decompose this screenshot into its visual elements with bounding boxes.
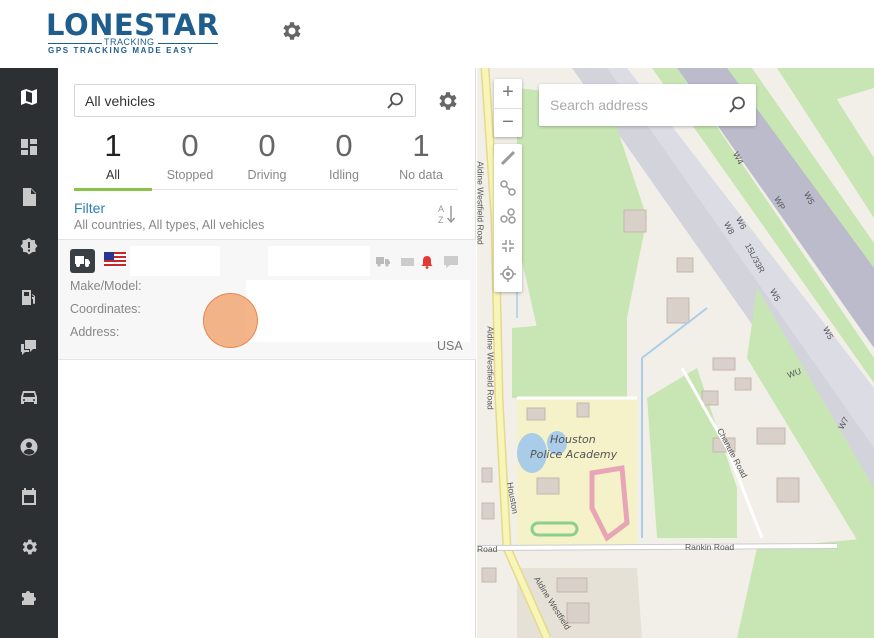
tab-stopped[interactable]: 0 Stopped — [151, 126, 229, 190]
document-icon — [23, 188, 36, 206]
puzzle-icon — [22, 591, 36, 605]
logo-divider-left — [48, 43, 102, 44]
tab-no-data[interactable]: 1 No data — [382, 126, 460, 190]
vehicle-details-values — [246, 280, 470, 342]
zoom-out-button[interactable]: − — [494, 108, 522, 137]
filter-title[interactable]: Filter — [74, 200, 105, 216]
field-address: Address: — [70, 325, 120, 339]
vehicle-status-tabs: 1 All 0 Stopped 0 Driving 0 Idling 1 No … — [74, 126, 460, 191]
route-icon[interactable] — [498, 178, 518, 198]
svg-text:A: A — [438, 204, 444, 214]
field-make-model: Make/Model: — [70, 279, 142, 293]
logo-main-text: LONESTAR — [46, 8, 220, 42]
sidebar-item-calendar[interactable] — [0, 472, 58, 522]
tab-count: 0 — [258, 128, 276, 163]
click-indicator — [203, 293, 258, 348]
collapse-icon[interactable] — [498, 236, 518, 256]
sidebar-item-alerts[interactable] — [0, 222, 58, 272]
tab-label: Stopped — [166, 168, 214, 182]
vehicle-name — [130, 246, 220, 276]
map-poi-label: Police Academy — [530, 448, 618, 461]
truck-type-icon — [70, 249, 95, 273]
tab-count: 0 — [181, 128, 199, 163]
vehicle-panel: All vehicles 1 All 0 Stopped 0 Driving 0… — [58, 68, 476, 638]
dashboard-icon — [21, 139, 37, 155]
tab-idling[interactable]: 0 Idling — [305, 126, 383, 190]
vehicle-search-input[interactable]: All vehicles — [74, 84, 416, 117]
filter-section[interactable]: Filter All countries, All types, All veh… — [58, 192, 476, 240]
vehicle-search-value: All vehicles — [85, 93, 156, 109]
svg-text:Z: Z — [438, 215, 444, 225]
sidebar-item-messages[interactable] — [0, 322, 58, 372]
map-zoom-control: + − — [494, 79, 522, 137]
sidebar-item-settings[interactable] — [0, 522, 58, 572]
truck-icon — [376, 257, 390, 267]
us-flag-icon — [104, 252, 126, 268]
user-icon — [20, 438, 38, 456]
app-header: LONESTAR TRACKING GPS TRACKING MADE EASY — [0, 0, 874, 68]
bell-icon — [421, 256, 433, 269]
tab-label: Idling — [329, 168, 359, 182]
map-tools-toolbar — [494, 144, 522, 292]
chat-icon — [21, 340, 36, 355]
sidebar-item-map[interactable] — [0, 72, 58, 122]
road-label: Road — [477, 544, 498, 554]
lonestar-logo[interactable]: LONESTAR TRACKING GPS TRACKING MADE EASY — [46, 10, 222, 56]
logo-tagline: GPS TRACKING MADE EASY — [48, 46, 195, 55]
road-label: Aldine Westfield Road — [477, 161, 486, 245]
gear-icon[interactable] — [279, 19, 303, 43]
tab-count: 1 — [412, 128, 430, 163]
sidebar-item-users[interactable] — [0, 422, 58, 472]
locate-icon[interactable] — [498, 264, 518, 284]
gear-icon — [22, 539, 37, 555]
address-search-placeholder: Search address — [550, 97, 649, 113]
tab-label: Driving — [247, 168, 287, 182]
vehicle-status-icons — [376, 256, 458, 269]
sort-az-icon[interactable]: A Z — [436, 202, 458, 226]
left-sidebar — [0, 68, 58, 638]
vehicle-list-item[interactable]: Make/Model: Coordinates: Address: USA — [58, 240, 476, 360]
car-icon — [21, 391, 37, 404]
search-icon[interactable] — [727, 95, 747, 115]
road-label: Rankin Road — [685, 542, 735, 552]
logo-divider-right — [158, 43, 218, 44]
field-coordinates: Coordinates: — [70, 302, 141, 316]
map-tiles[interactable] — [477, 68, 874, 638]
road-label: Aldine Westfield Road — [485, 326, 496, 410]
ruler-icon[interactable] — [498, 148, 518, 168]
tab-label: All — [106, 168, 120, 182]
zoom-in-button[interactable]: + — [494, 79, 522, 108]
map-view[interactable]: + − Search address Houston Police Academ… — [477, 68, 874, 638]
sidebar-item-vehicles[interactable] — [0, 372, 58, 422]
vehicle-country: USA — [437, 339, 463, 353]
filter-summary: All countries, All types, All vehicles — [74, 218, 265, 232]
map-icon — [21, 89, 37, 105]
sidebar-item-dashboard[interactable] — [0, 122, 58, 172]
tab-label: No data — [399, 168, 443, 182]
tab-count: 1 — [104, 128, 122, 163]
calendar-icon — [22, 488, 36, 505]
map-poi-label: Houston — [550, 433, 596, 446]
gear-icon[interactable] — [435, 89, 459, 113]
sidebar-item-reports[interactable] — [0, 172, 58, 222]
tab-count: 0 — [335, 128, 353, 163]
sidebar-item-fuel[interactable] — [0, 272, 58, 322]
vehicle-plate — [268, 246, 370, 276]
message-icon — [444, 256, 458, 268]
address-search-input[interactable]: Search address — [539, 84, 756, 126]
tab-all[interactable]: 1 All — [74, 126, 152, 191]
battery-icon — [401, 258, 414, 266]
tab-driving[interactable]: 0 Driving — [228, 126, 306, 190]
sidebar-item-integrations[interactable] — [0, 572, 58, 622]
alert-badge-icon — [20, 238, 38, 255]
fuel-icon — [22, 290, 35, 305]
search-icon[interactable] — [385, 91, 405, 111]
geofence-icon[interactable] — [498, 206, 518, 226]
